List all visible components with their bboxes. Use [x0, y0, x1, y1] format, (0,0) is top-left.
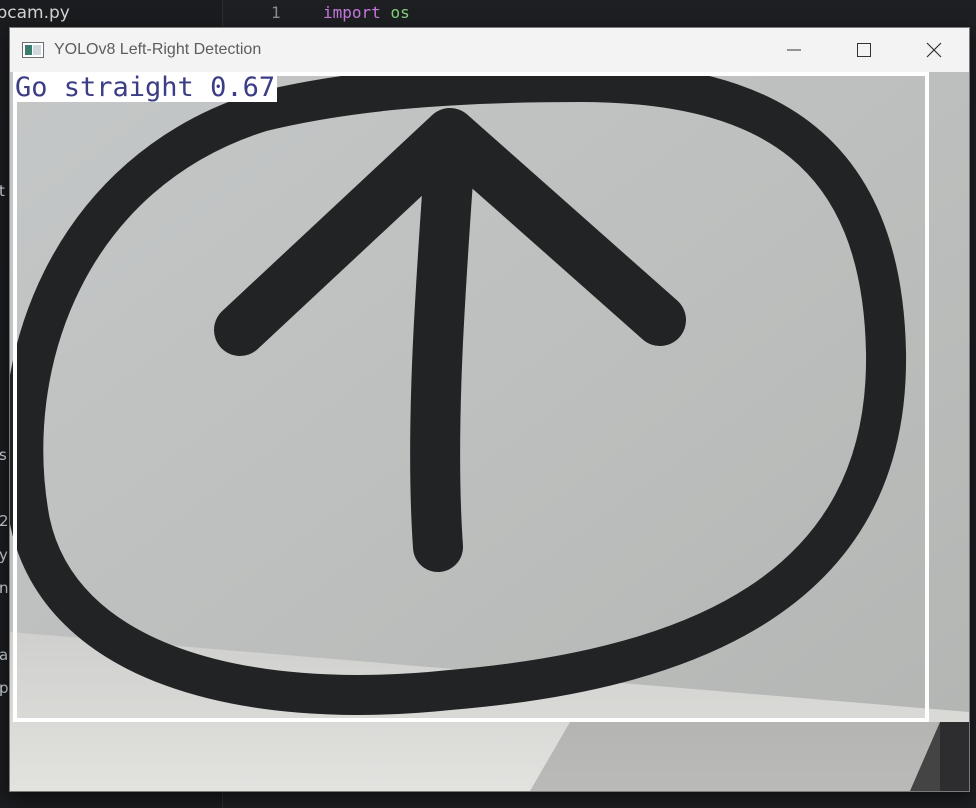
code-text: import os [323, 3, 410, 22]
app-window-icon [22, 42, 44, 58]
close-icon [926, 42, 942, 58]
sidebar-text-fragment: t [0, 182, 5, 200]
desktop: ebcam.py t s 2. y n. a p 1 import os i Y… [0, 0, 976, 808]
detection-label: Go straight 0.67 [15, 72, 276, 103]
sidebar-text-fragment: a [0, 646, 9, 664]
line-number: 1 [271, 3, 281, 22]
maximize-icon [857, 43, 871, 57]
camera-feed: Go straight 0.67 [10, 72, 969, 791]
detection-bounding-box [13, 72, 929, 722]
minimize-button[interactable] [759, 28, 829, 72]
sidebar-text-fragment: y [0, 546, 8, 564]
window-controls [759, 28, 969, 72]
minimize-icon [787, 49, 801, 51]
keyword-token: import [323, 3, 381, 22]
editor-file-tab[interactable]: ebcam.py [0, 3, 70, 23]
window-titlebar[interactable]: YOLOv8 Left-Right Detection [10, 28, 969, 72]
code-line-1[interactable]: 1 import os [223, 0, 976, 27]
window-title: YOLOv8 Left-Right Detection [54, 41, 262, 58]
sidebar-text-fragment: p [0, 679, 9, 697]
detection-window[interactable]: YOLOv8 Left-Right Detection Go straight … [9, 27, 970, 792]
maximize-button[interactable] [829, 28, 899, 72]
sidebar-text-fragment: s [0, 446, 7, 464]
module-token: os [390, 3, 410, 22]
close-button[interactable] [899, 28, 969, 72]
